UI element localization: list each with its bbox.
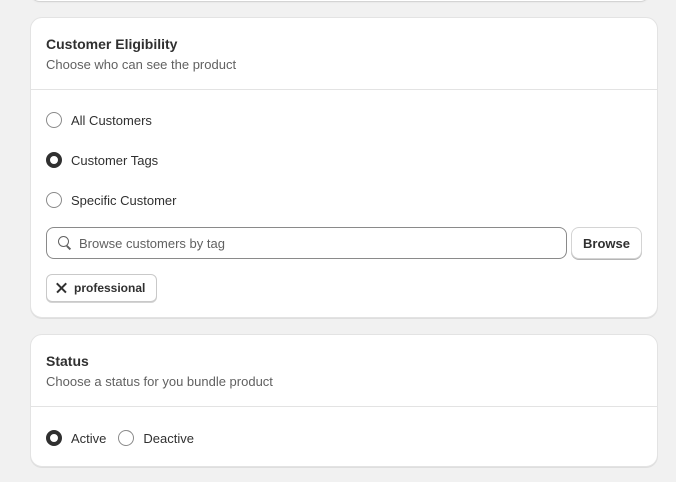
radio-button[interactable] [118, 430, 135, 446]
radio-deactive[interactable]: Deactive [118, 430, 194, 446]
radio-button[interactable] [46, 430, 62, 446]
radio-specific-customer[interactable]: Specific Customer [46, 190, 176, 210]
search-icon [57, 235, 73, 251]
radio-all-customers[interactable]: All Customers [46, 110, 152, 130]
card-title: Status [46, 353, 89, 369]
status-card: Status Choose a status for you bundle pr… [30, 334, 658, 467]
tag-search-input[interactable] [79, 235, 559, 251]
radio-label: Deactive [143, 430, 194, 446]
radio-customer-tags[interactable]: Customer Tags [46, 150, 158, 170]
radio-label: All Customers [71, 112, 152, 128]
radio-label: Active [71, 430, 107, 446]
customer-tag-chip: professional [46, 274, 158, 302]
card-subtitle: Choose who can see the product [46, 57, 237, 72]
radio-button[interactable] [46, 112, 62, 128]
card-header: Customer Eligibility Choose who can see … [31, 18, 657, 90]
customer-eligibility-card: Customer Eligibility Choose who can see … [30, 17, 658, 318]
radio-button[interactable] [46, 152, 62, 168]
radio-button[interactable] [46, 192, 62, 208]
card-title: Customer Eligibility [46, 36, 178, 52]
close-icon[interactable] [56, 283, 67, 294]
previous-card-edge [30, 0, 650, 1]
tag-search-field[interactable] [46, 227, 567, 259]
tag-label: professional [74, 281, 146, 295]
card-subtitle: Choose a status for you bundle product [46, 374, 273, 389]
radio-label: Specific Customer [71, 192, 177, 208]
radio-label: Customer Tags [71, 152, 159, 168]
radio-active[interactable]: Active [46, 430, 106, 446]
browse-button[interactable]: Browse [571, 227, 642, 259]
card-header: Status Choose a status for you bundle pr… [31, 335, 657, 407]
status-radio-group: Active Deactive [46, 428, 194, 448]
